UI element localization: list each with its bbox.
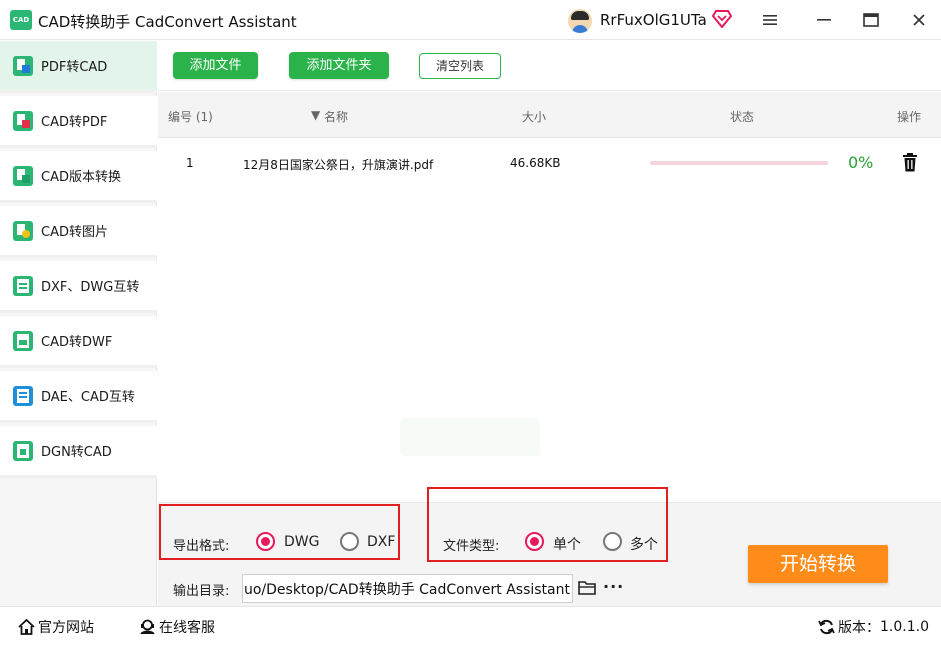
radio-single[interactable] xyxy=(525,532,544,551)
radio-dwg[interactable] xyxy=(256,532,275,551)
minimize-icon xyxy=(817,19,831,21)
clear-list-button[interactable]: 清空列表 xyxy=(419,53,501,79)
version-number: 1.0.1.0 xyxy=(880,619,929,635)
trash-icon[interactable] xyxy=(902,153,918,172)
radio-multiple-label[interactable]: 多个 xyxy=(630,534,658,554)
close-button[interactable] xyxy=(906,8,932,32)
cad-to-pdf-icon xyxy=(13,110,33,131)
column-index[interactable]: 编号 (1) xyxy=(168,108,213,125)
cad-to-image-icon xyxy=(13,220,33,241)
add-folder-button[interactable]: 添加文件夹 xyxy=(289,52,389,79)
row-file-size: 46.68KB xyxy=(510,156,561,170)
sidebar-item-label: PDF转CAD xyxy=(41,60,108,75)
folder-icon[interactable] xyxy=(578,579,596,595)
radio-dxf[interactable] xyxy=(340,532,359,551)
pdf-to-cad-icon xyxy=(13,55,33,76)
output-dir-input[interactable] xyxy=(242,574,573,603)
sidebar-item-pdf-to-cad[interactable]: PDF转CAD xyxy=(0,41,157,93)
version-info[interactable]: 版本： 1.0.1.0 xyxy=(818,617,929,637)
start-convert-button[interactable]: 开始转换 xyxy=(748,545,888,583)
sidebar-item-label: CAD转图片 xyxy=(41,225,108,240)
table-header: 编号 (1) ▼ 名称 大小 状态 操作 xyxy=(158,92,941,138)
username[interactable]: RrFuxOlG1UTa xyxy=(600,11,707,29)
avatar[interactable] xyxy=(568,9,592,33)
close-icon xyxy=(913,14,925,26)
watermark xyxy=(400,418,540,456)
column-status[interactable]: 状态 xyxy=(730,108,754,125)
maximize-button[interactable] xyxy=(858,8,884,32)
support-agent-icon xyxy=(140,619,155,634)
column-action: 操作 xyxy=(897,110,922,124)
output-dir-label: 输出目录: xyxy=(173,584,230,599)
radio-multiple[interactable] xyxy=(603,532,622,551)
sidebar-item-label: DAE、CAD互转 xyxy=(41,390,135,405)
official-website-link[interactable]: 官方网站 xyxy=(18,617,94,637)
version-label: 版本： xyxy=(838,620,880,636)
sidebar-item-label: DGN转CAD xyxy=(41,445,112,460)
online-support-link[interactable]: 在线客服 xyxy=(139,617,215,637)
sidebar-item-label: CAD转DWF xyxy=(41,335,113,350)
radio-dxf-label[interactable]: DXF xyxy=(367,534,395,550)
radio-single-label[interactable]: 单个 xyxy=(553,534,581,554)
vip-diamond-icon[interactable] xyxy=(712,10,732,28)
hamburger-icon xyxy=(763,15,777,25)
online-support-label[interactable]: 在线客服 xyxy=(159,617,215,637)
radio-dwg-label[interactable]: DWG xyxy=(284,534,319,550)
sidebar-item-cad-version[interactable]: CAD版本转换 xyxy=(0,151,157,203)
more-icon[interactable]: ··· xyxy=(603,577,624,596)
official-website-label[interactable]: 官方网站 xyxy=(38,617,94,637)
title-bar: CAD CAD转换助手 CadConvert Assistant RrFuxOl… xyxy=(0,0,941,40)
sidebar-item-cad-to-dwf[interactable]: CAD转DWF xyxy=(0,316,157,368)
cad-to-dwf-icon xyxy=(13,330,33,351)
sidebar-item-dxf-dwg[interactable]: DXF、DWG互转 xyxy=(0,261,157,313)
dxf-dwg-icon xyxy=(13,275,33,296)
footer: 官方网站 在线客服 版本： 1.0.1.0 xyxy=(0,606,941,646)
row-index: 1 xyxy=(186,156,194,170)
add-file-button[interactable]: 添加文件 xyxy=(173,52,258,79)
dgn-to-cad-icon xyxy=(13,440,33,461)
progress-percent: 0% xyxy=(848,153,874,172)
sidebar-item-label: CAD版本转换 xyxy=(41,170,121,185)
app-logo: CAD xyxy=(10,10,32,30)
minimize-button[interactable] xyxy=(811,8,837,32)
home-icon xyxy=(18,619,35,635)
dae-cad-icon xyxy=(13,385,33,406)
table-row[interactable]: 1 12月8日国家公祭日，升旗演讲.pdf 46.68KB 0% xyxy=(158,140,941,186)
row-file-name: 12月8日国家公祭日，升旗演讲.pdf xyxy=(243,158,434,172)
file-type-label: 文件类型: xyxy=(443,539,500,554)
cad-version-icon xyxy=(13,165,33,186)
options-panel: 导出格式: DWG DXF 文件类型: 单个 多个 输出目录: ··· 开始转换 xyxy=(158,487,941,606)
maximize-icon xyxy=(863,13,879,27)
export-format-label: 导出格式: xyxy=(173,539,230,554)
sort-desc-icon[interactable]: ▼ xyxy=(311,108,320,122)
sidebar-item-dae-cad[interactable]: DAE、CAD互转 xyxy=(0,371,157,423)
sidebar-item-cad-to-pdf[interactable]: CAD转PDF xyxy=(0,96,157,148)
menu-button[interactable] xyxy=(757,8,783,32)
refresh-icon xyxy=(818,619,835,635)
column-name[interactable]: 名称 xyxy=(324,108,348,125)
sidebar: PDF转CAD CAD转PDF CAD版本转换 CAD转图片 DXF、DWG互转… xyxy=(0,41,157,606)
toolbar: 添加文件 添加文件夹 清空列表 xyxy=(158,41,941,91)
app-title: CAD转换助手 CadConvert Assistant xyxy=(38,13,297,31)
sidebar-item-dgn-to-cad[interactable]: DGN转CAD xyxy=(0,426,157,478)
column-size[interactable]: 大小 xyxy=(522,108,546,125)
sidebar-item-label: CAD转PDF xyxy=(41,115,108,130)
sidebar-item-cad-to-image[interactable]: CAD转图片 xyxy=(0,206,157,258)
progress-bar xyxy=(650,161,828,165)
sidebar-item-label: DXF、DWG互转 xyxy=(41,280,140,295)
